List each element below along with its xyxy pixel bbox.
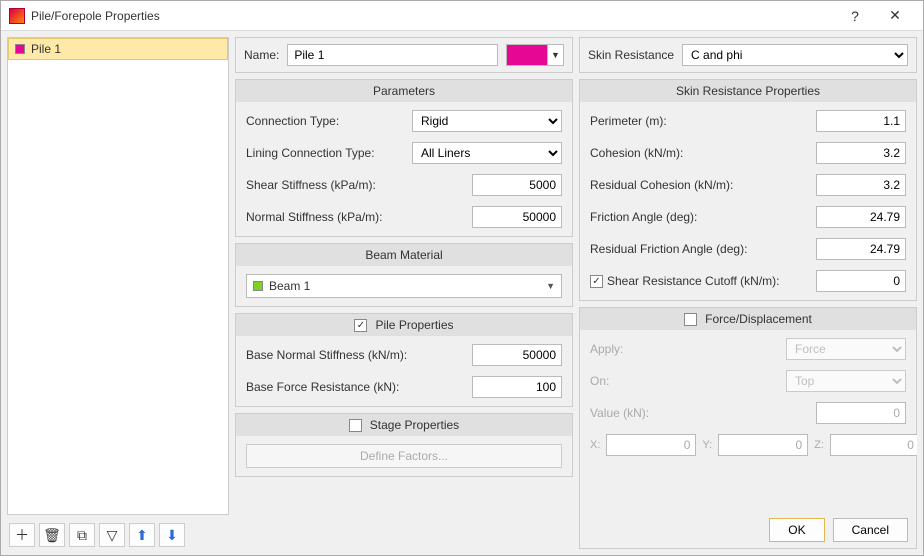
dialog-buttons: OK Cancel bbox=[580, 512, 916, 548]
residual-cohesion-label: Residual Cohesion (kN/m): bbox=[590, 178, 816, 192]
move-down-button[interactable]: ⬇ bbox=[159, 523, 185, 547]
color-picker[interactable]: ▼ bbox=[506, 44, 564, 66]
skin-resistance-select[interactable]: C and phi bbox=[682, 44, 908, 66]
y-input bbox=[718, 434, 808, 456]
shear-stiffness-label: Shear Stiffness (kPa/m): bbox=[246, 178, 472, 192]
app-icon bbox=[9, 8, 25, 24]
name-input[interactable] bbox=[287, 44, 498, 66]
cohesion-input[interactable] bbox=[816, 142, 906, 164]
value-input bbox=[816, 402, 906, 424]
on-select: Top bbox=[786, 370, 906, 392]
delete-button[interactable]: 🗑 bbox=[39, 523, 65, 547]
force-displacement-panel: Force/Displacement Apply:Force On:Top Va… bbox=[579, 307, 917, 549]
residual-friction-angle-input[interactable] bbox=[816, 238, 906, 260]
filter-icon: ▽ bbox=[107, 527, 118, 544]
lining-connection-label: Lining Connection Type: bbox=[246, 146, 412, 160]
stage-properties-checkbox[interactable] bbox=[349, 419, 362, 432]
y-label: Y: bbox=[702, 439, 712, 451]
beam-material-value: Beam 1 bbox=[269, 279, 310, 293]
force-displacement-header: Force/Displacement bbox=[580, 308, 916, 330]
shear-cutoff-checkbox[interactable]: ✓ bbox=[590, 275, 603, 288]
middle-column: Name: ▼ Parameters Connection Type: Rigi… bbox=[235, 37, 573, 549]
friction-angle-input[interactable] bbox=[816, 206, 906, 228]
pile-properties-checkbox[interactable]: ✓ bbox=[354, 319, 367, 332]
connection-type-label: Connection Type: bbox=[246, 114, 412, 128]
duplicate-button[interactable]: ⧉ bbox=[69, 523, 95, 547]
dialog-window: Pile/Forepole Properties ? ✕ Pile 1 ＋ 🗑 … bbox=[0, 0, 924, 556]
parameters-title: Parameters bbox=[236, 80, 572, 102]
skin-resistance-label: Skin Resistance bbox=[588, 48, 674, 62]
value-label: Value (kN): bbox=[590, 406, 816, 420]
chevron-down-icon: ▼ bbox=[546, 281, 555, 291]
beam-material-select[interactable]: Beam 1 ▼ bbox=[246, 274, 562, 298]
force-displacement-checkbox[interactable] bbox=[684, 313, 697, 326]
cancel-button[interactable]: Cancel bbox=[833, 518, 908, 542]
close-button[interactable]: ✕ bbox=[875, 2, 915, 30]
shear-stiffness-input[interactable] bbox=[472, 174, 562, 196]
shear-cutoff-input[interactable] bbox=[816, 270, 906, 292]
residual-friction-angle-label: Residual Friction Angle (deg): bbox=[590, 242, 816, 256]
window-title: Pile/Forepole Properties bbox=[31, 9, 835, 23]
base-force-label: Base Force Resistance (kN): bbox=[246, 380, 472, 394]
friction-angle-label: Friction Angle (deg): bbox=[590, 210, 816, 224]
stage-properties-title: Stage Properties bbox=[370, 418, 459, 432]
parameters-panel: Parameters Connection Type: Rigid Lining… bbox=[235, 79, 573, 237]
beam-color-swatch bbox=[253, 281, 263, 291]
skin-resistance-properties-title: Skin Resistance Properties bbox=[580, 80, 916, 102]
help-button[interactable]: ? bbox=[835, 2, 875, 30]
base-normal-label: Base Normal Stiffness (kN/m): bbox=[246, 348, 472, 362]
trash-icon: 🗑 bbox=[43, 527, 61, 544]
color-fill bbox=[507, 45, 547, 65]
beam-material-panel: Beam Material Beam 1 ▼ bbox=[235, 243, 573, 307]
base-normal-input[interactable] bbox=[472, 344, 562, 366]
plus-icon: ＋ bbox=[15, 525, 29, 545]
stage-properties-panel: Stage Properties Define Factors... bbox=[235, 413, 573, 477]
name-label: Name: bbox=[244, 48, 279, 62]
apply-select: Force bbox=[786, 338, 906, 360]
z-label: Z: bbox=[814, 439, 824, 451]
copy-icon: ⧉ bbox=[77, 527, 87, 544]
shear-cutoff-label: Shear Resistance Cutoff (kN/m): bbox=[607, 274, 816, 288]
pile-properties-title: Pile Properties bbox=[375, 318, 453, 332]
connection-type-select[interactable]: Rigid bbox=[412, 110, 562, 132]
titlebar: Pile/Forepole Properties ? ✕ bbox=[1, 1, 923, 31]
z-input bbox=[830, 434, 917, 456]
color-swatch bbox=[15, 44, 25, 54]
on-label: On: bbox=[590, 374, 786, 388]
arrow-up-icon: ⬆ bbox=[136, 527, 148, 544]
define-factors-button: Define Factors... bbox=[246, 444, 562, 468]
list-item-label: Pile 1 bbox=[31, 42, 61, 56]
left-column: Pile 1 ＋ 🗑 ⧉ ▽ ⬆ ⬇ bbox=[7, 37, 229, 549]
list-item[interactable]: Pile 1 bbox=[8, 38, 228, 60]
perimeter-input[interactable] bbox=[816, 110, 906, 132]
name-bar: Name: ▼ bbox=[235, 37, 573, 73]
lining-connection-select[interactable]: All Liners bbox=[412, 142, 562, 164]
skin-resistance-bar: Skin Resistance C and phi bbox=[579, 37, 917, 73]
normal-stiffness-label: Normal Stiffness (kPa/m): bbox=[246, 210, 472, 224]
filter-button[interactable]: ▽ bbox=[99, 523, 125, 547]
residual-cohesion-input[interactable] bbox=[816, 174, 906, 196]
base-force-input[interactable] bbox=[472, 376, 562, 398]
dialog-body: Pile 1 ＋ 🗑 ⧉ ▽ ⬆ ⬇ Name: ▼ bbox=[1, 31, 923, 555]
add-button[interactable]: ＋ bbox=[9, 523, 35, 547]
x-label: X: bbox=[590, 439, 600, 451]
beam-material-title: Beam Material bbox=[236, 244, 572, 266]
chevron-down-icon: ▼ bbox=[547, 45, 563, 65]
pile-properties-header: ✓ Pile Properties bbox=[236, 314, 572, 336]
normal-stiffness-input[interactable] bbox=[472, 206, 562, 228]
list-toolbar: ＋ 🗑 ⧉ ▽ ⬆ ⬇ bbox=[7, 521, 229, 549]
ok-button[interactable]: OK bbox=[769, 518, 824, 542]
pile-list[interactable]: Pile 1 bbox=[7, 37, 229, 515]
stage-properties-header: Stage Properties bbox=[236, 414, 572, 436]
force-displacement-title: Force/Displacement bbox=[705, 312, 812, 326]
pile-properties-panel: ✓ Pile Properties Base Normal Stiffness … bbox=[235, 313, 573, 407]
cohesion-label: Cohesion (kN/m): bbox=[590, 146, 816, 160]
right-column: Skin Resistance C and phi Skin Resistanc… bbox=[579, 37, 917, 549]
move-up-button[interactable]: ⬆ bbox=[129, 523, 155, 547]
perimeter-label: Perimeter (m): bbox=[590, 114, 816, 128]
arrow-down-icon: ⬇ bbox=[166, 527, 178, 544]
x-input bbox=[606, 434, 696, 456]
apply-label: Apply: bbox=[590, 342, 786, 356]
skin-resistance-properties-panel: Skin Resistance Properties Perimeter (m)… bbox=[579, 79, 917, 301]
